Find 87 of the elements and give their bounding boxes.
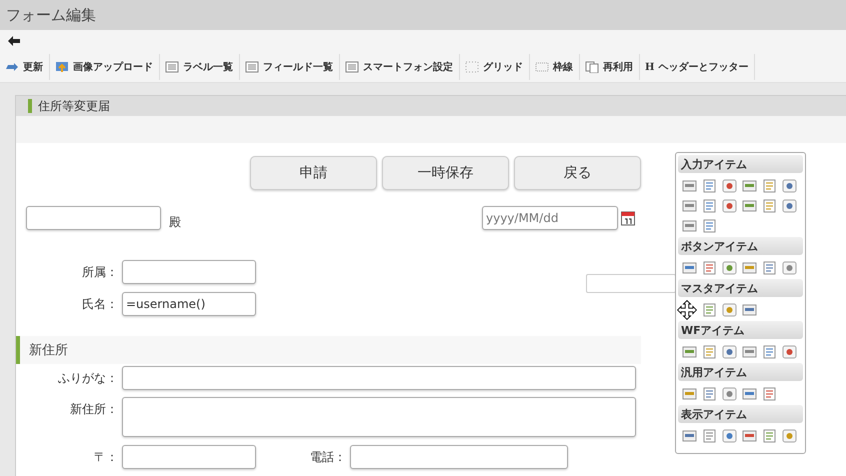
image-upload-icon — [55, 61, 69, 73]
suffix-label: 殿 — [169, 214, 181, 231]
refresh-icon — [5, 61, 19, 73]
toolbar-button[interactable]: 再利用 — [580, 54, 640, 80]
tool-icon[interactable] — [722, 303, 737, 317]
tool-icon[interactable] — [682, 219, 697, 233]
tool-icon[interactable] — [742, 199, 757, 213]
toolbar-button[interactable]: スマートフォン設定 — [340, 54, 460, 80]
back-arrow-icon[interactable] — [8, 36, 20, 46]
tool-icon[interactable] — [702, 219, 717, 233]
tool-icon[interactable] — [702, 179, 717, 193]
tool-icon[interactable] — [702, 429, 717, 443]
tool-icon[interactable] — [722, 345, 737, 359]
palette-section-header: 入力アイテム — [678, 155, 803, 173]
grid-icon — [465, 61, 479, 73]
text-field[interactable]: =username() — [122, 292, 256, 316]
tool-icon[interactable] — [742, 179, 757, 193]
form-button[interactable]: 一時保存 — [382, 156, 509, 190]
tool-icon[interactable] — [722, 199, 737, 213]
form-button[interactable]: 申請 — [250, 156, 377, 190]
tool-icon[interactable] — [742, 345, 757, 359]
tool-icon[interactable] — [762, 387, 777, 401]
tool-icon[interactable] — [702, 345, 717, 359]
tool-icon[interactable] — [762, 179, 777, 193]
tool-icon[interactable] — [702, 199, 717, 213]
toolbar-button[interactable]: H ヘッダーとフッター — [640, 54, 756, 80]
toolbar-button[interactable]: 画像アップロード — [50, 54, 160, 80]
tool-icon[interactable] — [782, 179, 797, 193]
list-icon — [245, 61, 259, 73]
tool-icon[interactable] — [782, 429, 797, 443]
postal-code-field[interactable] — [122, 445, 256, 469]
toolbar-button[interactable]: ラベル一覧 — [160, 54, 240, 80]
palette-section-header: 汎用アイテム — [678, 363, 803, 381]
tool-icon[interactable] — [782, 345, 797, 359]
tool-icon[interactable] — [702, 387, 717, 401]
tool-icon[interactable] — [722, 179, 737, 193]
tool-icon[interactable] — [682, 345, 697, 359]
text-field[interactable] — [122, 366, 636, 390]
copy-icon — [585, 61, 599, 73]
field-label: 氏名： — [81, 296, 119, 313]
toolbar-button[interactable]: フィールド一覧 — [240, 54, 340, 80]
tool-icon[interactable] — [742, 303, 757, 317]
text-field[interactable] — [122, 260, 256, 284]
tool-icon[interactable] — [702, 261, 717, 275]
calendar-icon[interactable] — [621, 210, 635, 226]
field-label: 所属： — [81, 264, 119, 281]
tool-icon[interactable] — [762, 199, 777, 213]
tool-icon[interactable] — [762, 345, 777, 359]
text-area[interactable] — [122, 397, 636, 437]
tool-icon[interactable] — [722, 387, 737, 401]
form-button[interactable]: 戻る — [514, 156, 641, 190]
tool-icon[interactable] — [742, 261, 757, 275]
toolbar-button[interactable]: 更新 — [0, 54, 50, 80]
phone-field[interactable] — [350, 445, 568, 469]
border-icon — [535, 61, 549, 73]
field-label: ふりがな： — [57, 370, 119, 387]
tool-icon[interactable] — [762, 429, 777, 443]
palette-section-header: ボタンアイテム — [678, 237, 803, 255]
text-field[interactable] — [586, 274, 676, 293]
section-header: 新住所 — [16, 336, 641, 364]
tool-icon[interactable] — [682, 429, 697, 443]
tool-icon[interactable] — [782, 261, 797, 275]
toolbar-button[interactable]: 枠線 — [530, 54, 580, 80]
tool-icon[interactable] — [682, 199, 697, 213]
tool-icon[interactable] — [722, 429, 737, 443]
tool-icon[interactable] — [682, 179, 697, 193]
toolbar-button[interactable]: グリッド — [460, 54, 530, 80]
list-icon — [345, 61, 359, 73]
tool-icon[interactable] — [722, 261, 737, 275]
window-title: フォーム編集 — [0, 0, 846, 30]
date-field[interactable]: yyyy/MM/dd — [482, 206, 618, 230]
addressee-field[interactable] — [26, 206, 161, 230]
field-label: 新住所： — [69, 401, 119, 418]
tool-icon[interactable] — [682, 387, 697, 401]
tool-icon[interactable] — [782, 199, 797, 213]
list-icon — [165, 61, 179, 73]
tool-icon[interactable] — [762, 261, 777, 275]
tool-icon[interactable] — [742, 429, 757, 443]
tool-icon[interactable] — [682, 261, 697, 275]
field-label: 〒： — [93, 449, 119, 466]
palette-section-header: 表示アイテム — [678, 405, 803, 423]
tool-icon[interactable] — [742, 387, 757, 401]
field-label: 電話： — [309, 449, 347, 466]
palette-section-header: WFアイテム — [678, 321, 803, 339]
palette-section-header: マスタアイテム — [678, 279, 803, 297]
panel-title: 住所等変更届 — [38, 98, 110, 114]
tool-icon[interactable] — [702, 303, 717, 317]
